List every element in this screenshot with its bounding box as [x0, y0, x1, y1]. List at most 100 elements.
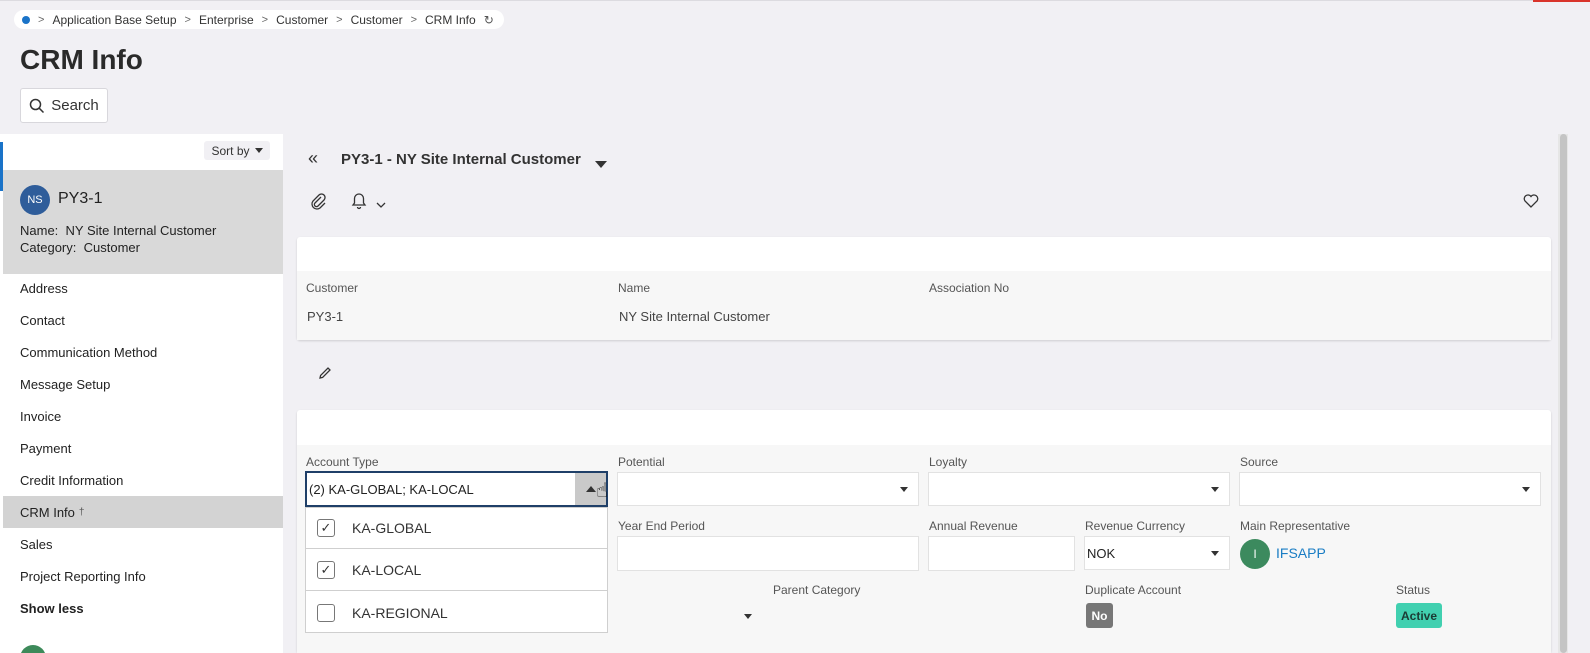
- name-label: Name: [618, 281, 651, 295]
- revenue-currency-value: NOK: [1087, 545, 1116, 561]
- caret-down-icon: [1211, 487, 1219, 492]
- source-label: Source: [1240, 455, 1279, 469]
- name-value: NY Site Internal Customer: [619, 309, 770, 324]
- nav-item-contact[interactable]: Contact: [3, 304, 283, 336]
- nav-item-label: Credit Information: [20, 472, 124, 488]
- association-no-label: Association No: [929, 281, 1010, 295]
- nav-item-label: Project Reporting Info: [20, 568, 146, 584]
- chevron-right-icon: >: [410, 13, 418, 26]
- potential-select[interactable]: [617, 472, 919, 506]
- nav-item-label: Address: [20, 280, 68, 296]
- hand-cursor-icon: ☝: [596, 480, 609, 502]
- search-button[interactable]: Search: [20, 88, 108, 123]
- record-category-value: Customer: [83, 240, 140, 255]
- account-type-value: (2) KA-GLOBAL; KA-LOCAL: [309, 481, 474, 497]
- collapse-panel-icon[interactable]: «: [308, 148, 318, 169]
- refresh-icon[interactable]: ↻: [484, 13, 494, 27]
- nav-item-label: Payment: [20, 440, 72, 456]
- breadcrumb: > Application Base Setup > Enterprise > …: [14, 10, 504, 29]
- revenue-currency-label: Revenue Currency: [1085, 519, 1186, 533]
- nav-item-message-setup[interactable]: Message Setup: [3, 368, 283, 400]
- customer-value: PY3-1: [307, 309, 344, 324]
- customer-label: Customer: [306, 281, 359, 295]
- record-name-label: Name:: [20, 223, 59, 238]
- record-name-value: NY Site Internal Customer: [65, 223, 217, 238]
- dropdown-option-ka-global[interactable]: ✓ KA-GLOBAL: [306, 508, 607, 549]
- caret-down-icon: [1522, 487, 1530, 492]
- top-divider: [0, 0, 1590, 1]
- avatar: NS: [20, 185, 50, 215]
- nav-item-credit-information[interactable]: Credit Information: [3, 464, 283, 496]
- page-title: CRM Info: [20, 44, 143, 75]
- category-select[interactable]: [610, 600, 762, 634]
- breadcrumb-item-current: CRM Info: [425, 12, 476, 27]
- nav-item-label: Communication Method: [20, 344, 158, 360]
- breadcrumb-item[interactable]: Enterprise: [199, 13, 254, 27]
- checkbox-checked-icon[interactable]: ✓: [317, 561, 335, 579]
- main-representative-label: Main Representative: [1240, 519, 1351, 533]
- caret-down-icon: [900, 487, 908, 492]
- sort-by-button[interactable]: Sort by: [204, 141, 270, 160]
- record-card[interactable]: [3, 170, 283, 274]
- attachment-icon[interactable]: [309, 192, 327, 215]
- checkbox-unchecked-icon[interactable]: [317, 603, 335, 622]
- breadcrumb-item[interactable]: Application Base Setup: [52, 13, 176, 27]
- nav-item-label: Invoice: [20, 408, 62, 424]
- potential-label: Potential: [618, 455, 665, 469]
- revenue-currency-select[interactable]: NOK: [1084, 536, 1230, 570]
- nav-item-sales[interactable]: Sales: [3, 528, 283, 560]
- checkbox-checked-icon[interactable]: ✓: [317, 519, 335, 537]
- show-less-label: Show less: [20, 600, 84, 616]
- chevron-right-icon: >: [336, 13, 343, 26]
- duplicate-account-label: Duplicate Account: [1085, 583, 1182, 597]
- nav-item-address[interactable]: Address: [3, 272, 283, 304]
- bell-icon[interactable]: [350, 192, 368, 215]
- record-header-title: PY3-1 - NY Site Internal Customer: [341, 151, 581, 168]
- chevron-down-icon[interactable]: [375, 197, 387, 215]
- chevron-right-icon: >: [261, 13, 269, 26]
- annual-revenue-input[interactable]: [928, 536, 1075, 571]
- nav-item-invoice[interactable]: Invoice: [3, 400, 283, 432]
- source-select[interactable]: [1239, 472, 1541, 506]
- record-category-line: Category: Customer: [20, 240, 140, 255]
- record-id: PY3-1: [58, 190, 103, 207]
- breadcrumb-item[interactable]: Customer: [276, 13, 328, 27]
- account-type-select[interactable]: (2) KA-GLOBAL; KA-LOCAL: [305, 471, 608, 507]
- dropdown-option-label: KA-REGIONAL: [352, 604, 448, 621]
- parent-category-label: Parent Category: [773, 583, 861, 597]
- pin-icon[interactable]: †: [79, 507, 85, 518]
- scrollbar-thumb[interactable]: [1560, 134, 1567, 653]
- heart-icon[interactable]: [1522, 192, 1540, 215]
- year-end-period-input[interactable]: [617, 536, 919, 571]
- search-icon: [29, 98, 45, 113]
- home-dot-icon[interactable]: [22, 15, 30, 24]
- record-category-label: Category:: [20, 240, 77, 255]
- record-selector-caret-icon[interactable]: [595, 155, 607, 173]
- show-less-link[interactable]: Show less: [3, 592, 283, 624]
- dropdown-option-label: KA-LOCAL: [352, 562, 422, 578]
- record-name-line: Name: NY Site Internal Customer: [20, 223, 216, 238]
- loyalty-select[interactable]: [928, 472, 1230, 506]
- caret-down-icon: [254, 148, 263, 153]
- duplicate-account-badge: No: [1086, 603, 1113, 628]
- caret-down-icon: [1211, 551, 1219, 556]
- nav-item-project-reporting-info[interactable]: Project Reporting Info: [3, 560, 283, 592]
- nav-item-communication-method[interactable]: Communication Method: [3, 336, 283, 368]
- nav-item-label: CRM Info: [20, 504, 75, 520]
- search-button-label: Search: [51, 97, 99, 114]
- edit-pencil-icon[interactable]: [317, 365, 333, 386]
- nav-item-crm-info[interactable]: CRM Info †: [3, 496, 283, 528]
- dropdown-option-ka-regional[interactable]: KA-REGIONAL: [306, 592, 607, 633]
- account-type-label: Account Type: [306, 455, 379, 469]
- breadcrumb-item[interactable]: Customer: [351, 13, 403, 27]
- main-representative-link[interactable]: IFSAPP: [1276, 545, 1326, 561]
- dropdown-option-ka-local[interactable]: ✓ KA-LOCAL: [306, 550, 607, 591]
- top-accent-bar: [1533, 0, 1590, 2]
- sort-by-label: Sort by: [211, 143, 250, 158]
- account-type-dropdown: ✓ KA-GLOBAL ✓ KA-LOCAL KA-REGIONAL: [305, 507, 608, 633]
- nav-item-payment[interactable]: Payment: [3, 432, 283, 464]
- nav-item-label: Contact: [20, 312, 65, 328]
- caret-down-icon: [744, 614, 752, 619]
- status-badge: Active: [1396, 603, 1442, 628]
- chevron-right-icon: >: [184, 13, 191, 26]
